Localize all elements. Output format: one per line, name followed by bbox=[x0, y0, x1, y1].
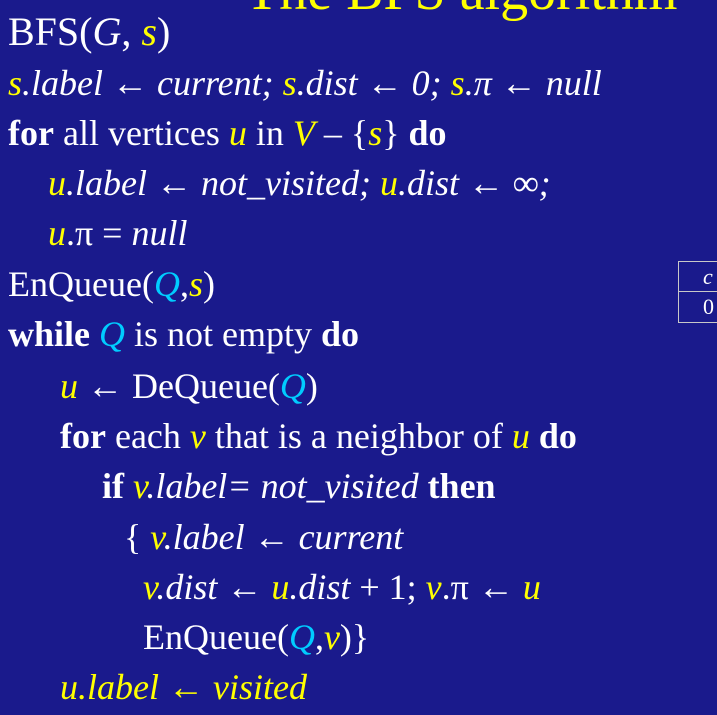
keyword-if: if bbox=[102, 466, 124, 506]
var-u: u bbox=[511, 416, 530, 456]
var-s: s bbox=[188, 264, 203, 304]
param-s: s bbox=[141, 9, 157, 54]
var-v: v bbox=[143, 567, 157, 607]
var-u: u bbox=[60, 366, 78, 406]
var-s: s bbox=[450, 63, 465, 103]
code-text: .dist bbox=[289, 567, 351, 607]
keyword-while: while bbox=[8, 314, 91, 354]
function-name: BFS( bbox=[8, 9, 93, 54]
var-s: s bbox=[8, 63, 23, 103]
var-q: Q bbox=[279, 366, 306, 406]
var-u: u bbox=[48, 163, 66, 203]
code-text: all vertices bbox=[53, 113, 229, 153]
var-u: u bbox=[48, 213, 66, 253]
paren-close: ) bbox=[305, 366, 318, 406]
code-line-5: u.π = null bbox=[48, 212, 188, 254]
comma: , bbox=[121, 9, 142, 54]
param-g: G bbox=[92, 9, 122, 54]
table-header-cell: c bbox=[679, 262, 717, 292]
code-line-2: s.label ← current; s.dist ← 0; s.π ← nul… bbox=[8, 62, 602, 104]
code-text: .π ← null bbox=[464, 63, 602, 103]
table-value-cell: 0 bbox=[703, 294, 714, 319]
code-text: + 1; bbox=[350, 567, 426, 607]
value-null: null bbox=[131, 213, 188, 253]
code-line-11: { v.label ← current bbox=[124, 516, 403, 558]
var-q: Q bbox=[99, 314, 126, 354]
code-text: .dist ← 0; bbox=[296, 63, 451, 103]
code-line-14: u.label ← visited bbox=[60, 666, 307, 708]
var-u: u bbox=[60, 667, 78, 707]
var-u: u bbox=[522, 567, 541, 607]
keyword-do: do bbox=[408, 113, 447, 153]
code-text: .label= not_visited bbox=[146, 466, 428, 506]
keyword-do: do bbox=[321, 314, 360, 354]
var-s: s bbox=[282, 63, 297, 103]
code-text: .π ← bbox=[441, 567, 523, 607]
slide: The BFS algorithm BFS(G, s) s.label ← cu… bbox=[0, 0, 717, 715]
brace-open: { bbox=[124, 517, 151, 557]
keyword-for: for bbox=[60, 416, 106, 456]
var-q: Q bbox=[288, 617, 315, 657]
var-u: u bbox=[228, 113, 247, 153]
code-text: ← DeQueue( bbox=[78, 366, 280, 406]
code-text: } bbox=[382, 113, 409, 153]
code-text: .label ← current; bbox=[22, 63, 283, 103]
comma: , bbox=[179, 264, 189, 304]
code-text: EnQueue( bbox=[143, 617, 289, 657]
code-text: .label ← not_visited; bbox=[66, 163, 380, 203]
code-line-12: v.dist ← u.dist + 1; v.π ← u bbox=[143, 566, 541, 608]
code-text: is not empty bbox=[125, 314, 322, 354]
code-text: – { bbox=[314, 113, 369, 153]
code-text: each bbox=[105, 416, 190, 456]
var-q: Q bbox=[153, 264, 180, 304]
var-v: v bbox=[189, 416, 206, 456]
var-v-set: V bbox=[292, 113, 315, 153]
comma: , bbox=[314, 617, 324, 657]
var-v: v bbox=[425, 567, 442, 607]
var-v: v bbox=[323, 617, 340, 657]
code-text: .dist ← ∞; bbox=[397, 163, 551, 203]
code-text: in bbox=[246, 113, 293, 153]
code-line-7: while Q is not empty do bbox=[8, 313, 359, 355]
code-line-8: u ← DeQueue(Q) bbox=[60, 365, 318, 407]
paren-close: ) bbox=[156, 9, 171, 54]
code-text: .label ← current bbox=[163, 517, 404, 557]
code-line-9: for each v that is a neighbor of u do bbox=[60, 415, 577, 457]
paren-close: )} bbox=[339, 617, 370, 657]
code-line-10: if v.label= not_visited then bbox=[102, 465, 496, 507]
code-text: .label ← visited bbox=[78, 667, 307, 707]
code-text: .π = bbox=[66, 213, 132, 253]
code-text: that is a neighbor of bbox=[205, 416, 512, 456]
code-line-13: EnQueue(Q,v)} bbox=[143, 616, 369, 658]
keyword-do: do bbox=[538, 416, 577, 456]
code-text: .dist ← bbox=[156, 567, 272, 607]
code-line-1: BFS(G, s) bbox=[8, 9, 171, 54]
keyword-for: for bbox=[8, 113, 54, 153]
var-u: u bbox=[271, 567, 290, 607]
code-line-6: EnQueue(Q,s) bbox=[8, 263, 215, 305]
paren-close: ) bbox=[202, 264, 215, 304]
var-u: u bbox=[379, 163, 398, 203]
keyword-then: then bbox=[427, 466, 496, 506]
var-s: s bbox=[368, 113, 383, 153]
var-v: v bbox=[133, 466, 147, 506]
code-line-4: u.label ← not_visited; u.dist ← ∞; bbox=[48, 162, 551, 204]
code-line-3: for all vertices u in V – {s} do bbox=[8, 112, 447, 154]
code-text: EnQueue( bbox=[8, 264, 154, 304]
slide-title: The BFS algorithm bbox=[245, 0, 677, 19]
var-v: v bbox=[150, 517, 164, 557]
table-fragment: c 0 bbox=[678, 261, 717, 323]
